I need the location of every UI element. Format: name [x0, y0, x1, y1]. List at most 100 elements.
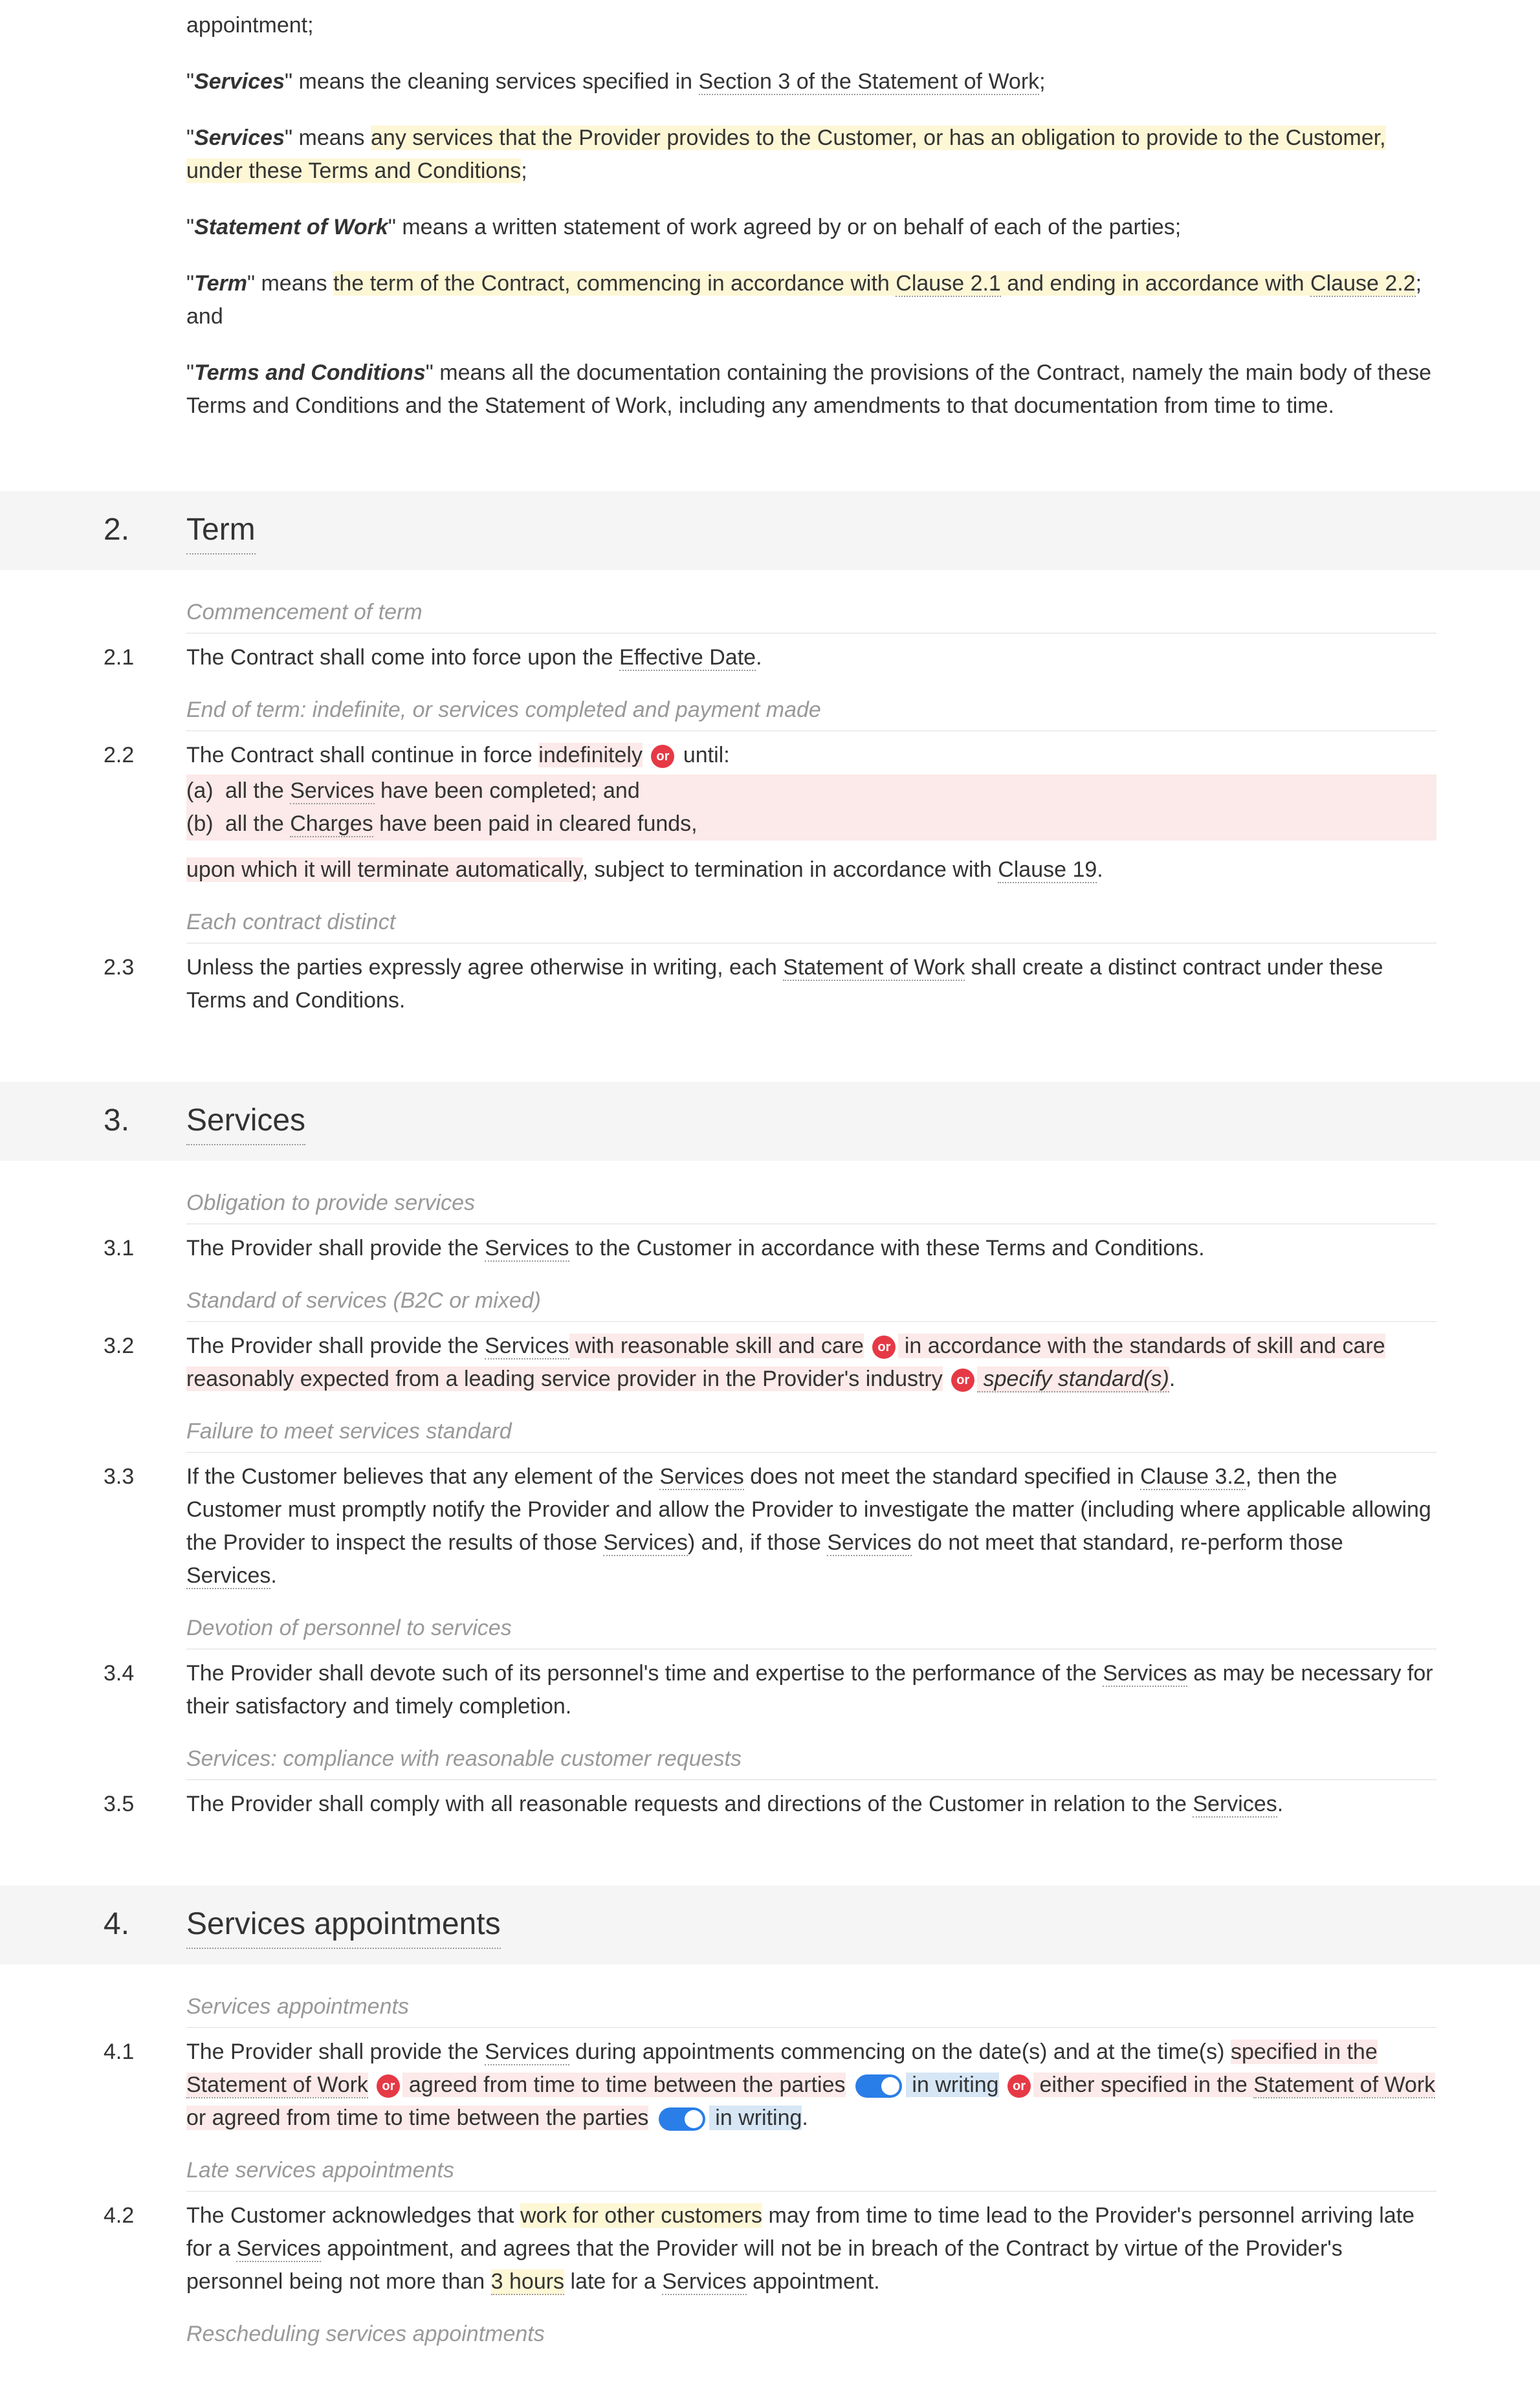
- text: " means: [285, 126, 371, 150]
- clause-number: 2.3: [104, 951, 186, 1017]
- sub-b: (b)all the Charges have been paid in cle…: [186, 808, 1436, 841]
- clause-body: The Provider shall provide the Services …: [186, 1232, 1436, 1265]
- clause-note: Late services appointments: [186, 2154, 1436, 2192]
- section-title[interactable]: Services: [186, 1097, 305, 1145]
- text: " means the cleaning services specified …: [285, 69, 699, 94]
- text: The Provider shall devote such of its pe…: [186, 1661, 1103, 1686]
- clause-number: 2.2: [104, 739, 186, 886]
- text: either specified in the: [1033, 2073, 1253, 2097]
- or-selector[interactable]: or: [1007, 2074, 1031, 2098]
- clause-number: 3.4: [104, 1657, 186, 1723]
- editable-text[interactable]: 3 hours: [491, 2269, 564, 2295]
- option-text[interactable]: upon which it will terminate automatical…: [186, 857, 582, 882]
- text: .: [802, 2106, 808, 2130]
- editable-text[interactable]: work for other customers: [520, 2203, 762, 2228]
- section-header-4: 4. Services appointments: [0, 1886, 1540, 1964]
- or-selector[interactable]: or: [651, 745, 674, 768]
- cross-ref[interactable]: Services: [603, 1530, 687, 1556]
- clause-2-3: 2.3 Unless the parties expressly agree o…: [104, 951, 1436, 1017]
- text: specified in the: [1231, 2040, 1378, 2064]
- definition-tandc: "Terms and Conditions" means all the doc…: [186, 357, 1436, 423]
- section-header-3: 3. Services: [0, 1082, 1540, 1161]
- clause-note: Rescheduling services appointments: [186, 2318, 1436, 2355]
- cross-ref[interactable]: Statement of Work: [186, 2073, 368, 2098]
- cross-ref[interactable]: Statement of Work: [783, 955, 965, 981]
- clause-note: Each contract distinct: [186, 906, 1436, 943]
- text: appointment;: [186, 13, 314, 38]
- cross-ref[interactable]: Effective Date: [619, 645, 756, 671]
- cross-ref[interactable]: Clause 2.1: [896, 271, 1001, 297]
- section-title[interactable]: Term: [186, 507, 256, 555]
- toggle-switch[interactable]: [855, 2074, 902, 2098]
- defined-term: Statement of Work: [194, 215, 388, 239]
- text: .: [1169, 1367, 1175, 1391]
- clause-number: 3.2: [104, 1330, 186, 1396]
- section-2-body: Commencement of term 2.1 The Contract sh…: [0, 596, 1540, 1062]
- clause-2-2: 2.2 The Contract shall continue in force…: [104, 739, 1436, 886]
- clause-body: The Customer acknowledges that work for …: [186, 2199, 1436, 2298]
- fill-in-field[interactable]: specify standard(s): [977, 1367, 1169, 1392]
- clause-3-3: 3.3 If the Customer believes that any el…: [104, 1460, 1436, 1592]
- text: The Customer acknowledges that: [186, 2203, 520, 2228]
- cross-ref[interactable]: Services: [186, 1563, 270, 1589]
- cross-ref[interactable]: Services: [662, 2269, 746, 2295]
- cross-ref[interactable]: Services: [1193, 1792, 1277, 1818]
- cross-ref[interactable]: Clause 19: [998, 857, 1097, 883]
- cross-ref[interactable]: Services: [485, 1334, 569, 1359]
- document-page: appointment; "Services" means the cleani…: [0, 9, 1540, 2387]
- cross-ref[interactable]: Clause 2.2: [1310, 271, 1416, 297]
- marker: (b): [186, 808, 225, 841]
- section-header-2: 2. Term: [0, 491, 1540, 570]
- toggle-label[interactable]: in writing: [709, 2106, 802, 2130]
- defined-term: Services: [194, 69, 285, 94]
- cross-ref[interactable]: Clause 3.2: [1140, 1464, 1246, 1490]
- option-text[interactable]: indefinitely: [538, 743, 643, 767]
- text: If the Customer believes that any elemen…: [186, 1464, 659, 1489]
- text: do not meet that standard, re-perform th…: [912, 1530, 1343, 1555]
- cross-ref[interactable]: Services: [236, 2236, 320, 2262]
- option-text[interactable]: with reasonable skill and care: [569, 1334, 864, 1358]
- or-selector[interactable]: or: [872, 1336, 896, 1359]
- cross-ref[interactable]: Services: [485, 1236, 569, 1262]
- cross-ref[interactable]: Section 3 of the Statement of Work: [699, 69, 1040, 95]
- text: The Provider shall comply with all reaso…: [186, 1792, 1193, 1816]
- cross-ref[interactable]: Statement of Work: [1253, 2073, 1435, 2098]
- text: until:: [677, 743, 729, 767]
- clause-body: The Provider shall provide the Services …: [186, 1330, 1436, 1396]
- text: does not meet the standard specified in: [744, 1464, 1140, 1489]
- toggle-switch[interactable]: [659, 2107, 705, 2131]
- or-selector[interactable]: or: [951, 1369, 974, 1392]
- sublist: (a)all the Services have been completed;…: [186, 775, 1436, 841]
- clause-body: The Contract shall continue in force ind…: [186, 739, 1436, 886]
- cross-ref[interactable]: Services: [659, 1464, 743, 1490]
- cross-ref[interactable]: Services: [290, 778, 374, 804]
- editable-text[interactable]: the term of the Contract, commencing in …: [333, 271, 1416, 296]
- content-area: appointment; "Services" means the cleani…: [0, 9, 1540, 472]
- section-title[interactable]: Services appointments: [186, 1901, 501, 1949]
- clause-note: Services: compliance with reasonable cus…: [186, 1743, 1436, 1780]
- defined-term: Terms and Conditions: [194, 360, 426, 385]
- clause-number: 2.1: [104, 641, 186, 674]
- definition-fragment: appointment;: [186, 9, 1436, 42]
- text: .: [270, 1563, 276, 1588]
- text: have been completed; and: [375, 778, 640, 803]
- option-text[interactable]: agreed from time to time between the par…: [402, 2073, 845, 2097]
- clause-number: 3.1: [104, 1232, 186, 1265]
- defined-term: Term: [194, 271, 247, 296]
- text: , subject to termination in accordance w…: [582, 857, 998, 882]
- text: The Contract shall continue in force: [186, 743, 538, 767]
- toggle-label[interactable]: in writing: [906, 2073, 999, 2097]
- clause-note: Commencement of term: [186, 596, 1436, 633]
- section-number: 2.: [104, 507, 186, 553]
- text: during appointments commencing on the da…: [569, 2040, 1231, 2064]
- or-selector[interactable]: or: [377, 2074, 400, 2098]
- clause-number: 4.2: [104, 2199, 186, 2298]
- cross-ref[interactable]: Services: [1103, 1661, 1187, 1687]
- clause-body: The Provider shall comply with all reaso…: [186, 1788, 1436, 1821]
- cross-ref[interactable]: Services: [827, 1530, 911, 1556]
- text: ) and, if those: [688, 1530, 827, 1555]
- cross-ref[interactable]: Services: [485, 2040, 569, 2065]
- cross-ref[interactable]: Charges: [290, 811, 373, 837]
- clause-note: Failure to meet services standard: [186, 1415, 1436, 1453]
- text: all the: [225, 778, 290, 803]
